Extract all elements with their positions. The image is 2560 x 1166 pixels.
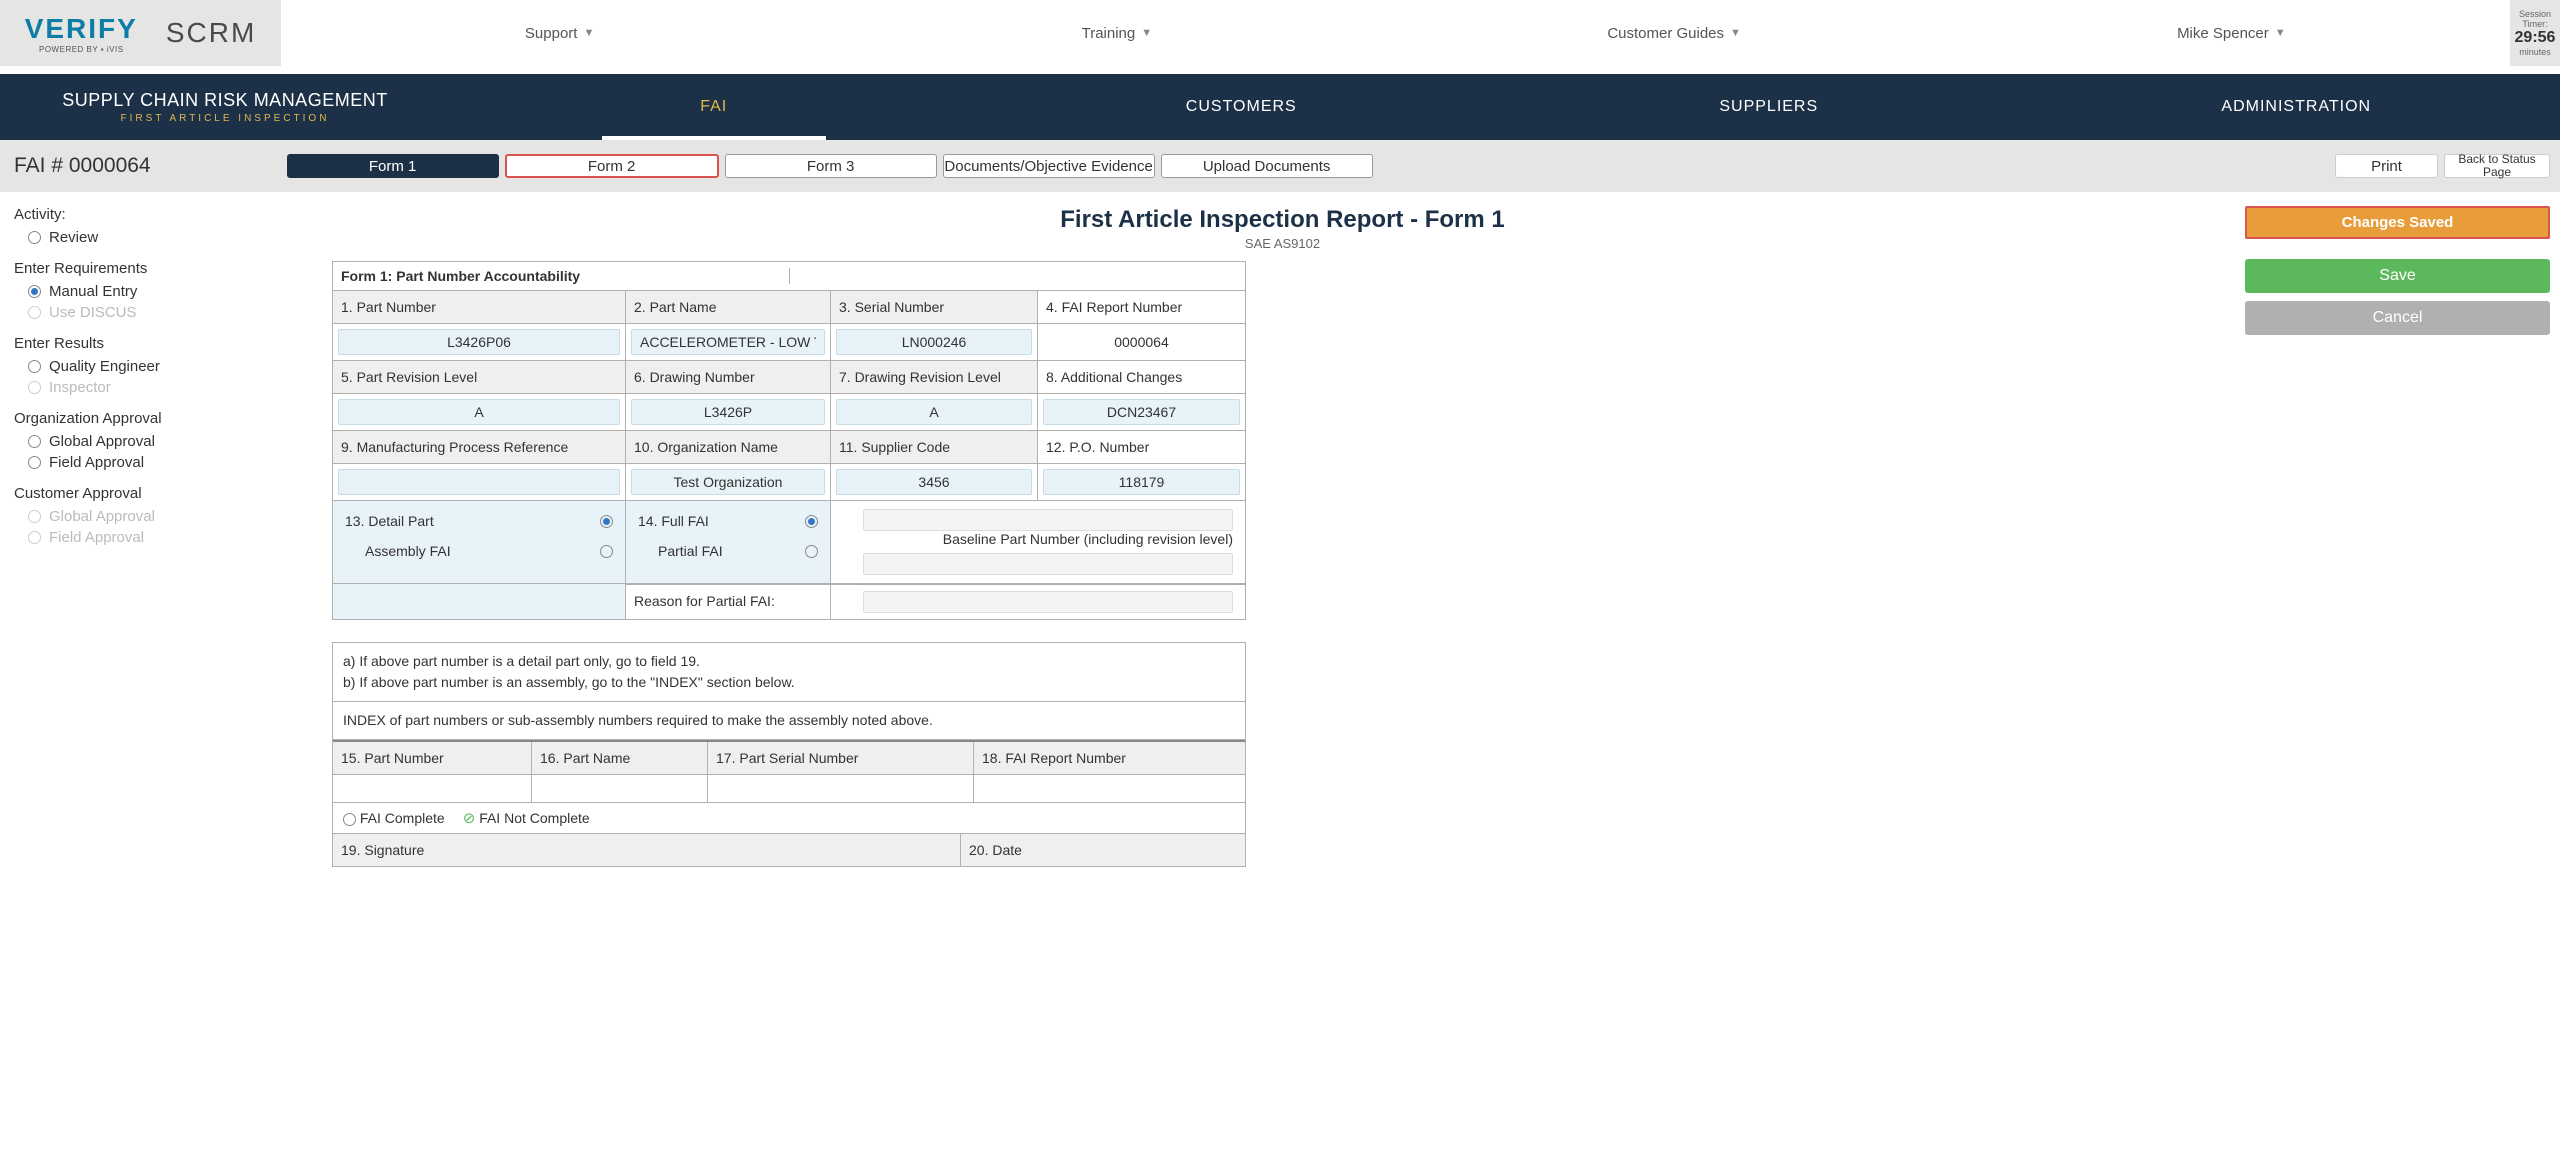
lbl-additional: 8. Additional Changes <box>1038 361 1245 393</box>
save-button[interactable]: Save <box>2245 259 2550 293</box>
inp-part-name[interactable] <box>631 329 825 355</box>
scrm-logo: SCRM <box>166 17 256 49</box>
radio-partial-fai[interactable] <box>805 545 818 558</box>
lbl-partial-fai: Partial FAI <box>658 543 723 559</box>
lbl-date: 20. Date <box>961 834 1245 866</box>
radio-fai-complete[interactable] <box>343 813 356 826</box>
inp-f17[interactable] <box>708 775 974 802</box>
inp-reason[interactable] <box>863 591 1233 613</box>
session-timer: Session Timer: 29:56 minutes <box>2510 0 2560 66</box>
lbl-f16: 16. Part Name <box>532 742 708 774</box>
tab-fai[interactable]: FAI <box>450 74 978 140</box>
verify-subtext: POWERED BY ▪ iVIS <box>39 45 124 54</box>
chevron-down-icon: ▼ <box>1730 27 1741 39</box>
lbl-f18: 18. FAI Report Number <box>974 742 1245 774</box>
enter-req-label: Enter Requirements <box>14 260 320 277</box>
lbl-assembly-fai: Assembly FAI <box>365 543 451 559</box>
inp-part-number[interactable] <box>338 329 620 355</box>
inp-rev-level[interactable] <box>338 399 620 425</box>
radio-detail-part[interactable] <box>600 515 613 528</box>
tab-administration[interactable]: ADMINISTRATION <box>2033 74 2560 140</box>
lbl-full-fai: 14. Full FAI <box>638 513 709 529</box>
note-b: b) If above part number is an assembly, … <box>343 672 1235 693</box>
form1-button[interactable]: Form 1 <box>287 154 499 178</box>
upload-button[interactable]: Upload Documents <box>1161 154 1373 178</box>
nav-support[interactable]: Support▼ <box>281 25 838 42</box>
radio-field-approval[interactable] <box>28 456 41 469</box>
nav-user[interactable]: Mike Spencer▼ <box>1953 25 2510 42</box>
inp-f18[interactable] <box>974 775 1245 802</box>
documents-button[interactable]: Documents/Objective Evidence <box>943 154 1155 178</box>
inp-drawing-rev[interactable] <box>836 399 1032 425</box>
inp-baseline-top[interactable] <box>863 509 1233 531</box>
lbl-part-name: 2. Part Name <box>626 291 831 323</box>
org-approval-label: Organization Approval <box>14 410 320 427</box>
chevron-down-icon: ▼ <box>583 27 594 39</box>
radio-cust-global <box>28 510 41 523</box>
cust-approval-label: Customer Approval <box>14 485 320 502</box>
inp-mfr-ref[interactable] <box>338 469 620 495</box>
inp-serial-number[interactable] <box>836 329 1032 355</box>
fai-id: FAI # 0000064 <box>14 154 151 178</box>
radio-use-discus <box>28 306 41 319</box>
lbl-detail-part: 13. Detail Part <box>345 513 434 529</box>
nav-guides[interactable]: Customer Guides▼ <box>1396 25 1953 42</box>
val-fai-report: 0000064 <box>1043 329 1240 355</box>
lbl-mfr-ref: 9. Manufacturing Process Reference <box>333 431 626 463</box>
app-subtitle: FIRST ARTICLE INSPECTION <box>121 113 330 124</box>
inp-drawing-num[interactable] <box>631 399 825 425</box>
page-title: First Article Inspection Report - Form 1 <box>332 206 2233 234</box>
radio-full-fai[interactable] <box>805 515 818 528</box>
radio-cust-field <box>28 531 41 544</box>
lbl-baseline: Baseline Part Number (including revision… <box>843 531 1233 547</box>
enter-res-label: Enter Results <box>14 335 320 352</box>
print-button[interactable]: Print <box>2335 154 2438 178</box>
page-subtitle: SAE AS9102 <box>332 236 2233 251</box>
inp-f16[interactable] <box>532 775 708 802</box>
inp-f15[interactable] <box>333 775 532 802</box>
lbl-drawing-rev: 7. Drawing Revision Level <box>831 361 1038 393</box>
inp-supplier-code[interactable] <box>836 469 1032 495</box>
radio-inspector <box>28 381 41 394</box>
inp-org-name[interactable] <box>631 469 825 495</box>
radio-review[interactable] <box>28 231 41 244</box>
lbl-fai-report: 4. FAI Report Number <box>1038 291 1245 323</box>
inp-additional[interactable] <box>1043 399 1240 425</box>
tab-customers[interactable]: CUSTOMERS <box>978 74 1506 140</box>
app-title: SUPPLY CHAIN RISK MANAGEMENT <box>62 90 387 111</box>
lbl-serial-number: 3. Serial Number <box>831 291 1038 323</box>
lbl-reason: Reason for Partial FAI: <box>626 584 831 619</box>
nav-training[interactable]: Training▼ <box>838 25 1395 42</box>
back-button[interactable]: Back to Status Page <box>2444 154 2550 178</box>
radio-manual-entry[interactable] <box>28 285 41 298</box>
cancel-button[interactable]: Cancel <box>2245 301 2550 335</box>
radio-assembly-fai[interactable] <box>600 545 613 558</box>
note-a: a) If above part number is a detail part… <box>343 651 1235 672</box>
changes-saved-banner: Changes Saved <box>2245 206 2550 239</box>
radio-quality-engineer[interactable] <box>28 360 41 373</box>
chevron-down-icon: ▼ <box>1141 27 1152 39</box>
verify-logo: VERIFY <box>25 13 138 45</box>
lbl-rev-level: 5. Part Revision Level <box>333 361 626 393</box>
check-icon: ⊘ <box>463 810 476 827</box>
logo-area: VERIFY POWERED BY ▪ iVIS SCRM <box>0 0 281 66</box>
radio-global-approval[interactable] <box>28 435 41 448</box>
lbl-f17: 17. Part Serial Number <box>708 742 974 774</box>
lbl-po-number: 12. P.O. Number <box>1038 431 1245 463</box>
inp-po-number[interactable] <box>1043 469 1240 495</box>
activity-label: Activity: <box>14 206 320 223</box>
form-header: Form 1: Part Number Accountability <box>341 268 790 284</box>
lbl-org-name: 10. Organization Name <box>626 431 831 463</box>
index-title: INDEX of part numbers or sub-assembly nu… <box>333 702 1245 740</box>
lbl-f15: 15. Part Number <box>333 742 532 774</box>
tab-suppliers[interactable]: SUPPLIERS <box>1505 74 2033 140</box>
lbl-part-number: 1. Part Number <box>333 291 626 323</box>
form2-button[interactable]: Form 2 <box>505 154 719 178</box>
inp-baseline[interactable] <box>863 553 1233 575</box>
lbl-signature: 19. Signature <box>333 834 961 866</box>
form3-button[interactable]: Form 3 <box>725 154 937 178</box>
lbl-drawing-num: 6. Drawing Number <box>626 361 831 393</box>
lbl-supplier-code: 11. Supplier Code <box>831 431 1038 463</box>
chevron-down-icon: ▼ <box>2275 27 2286 39</box>
